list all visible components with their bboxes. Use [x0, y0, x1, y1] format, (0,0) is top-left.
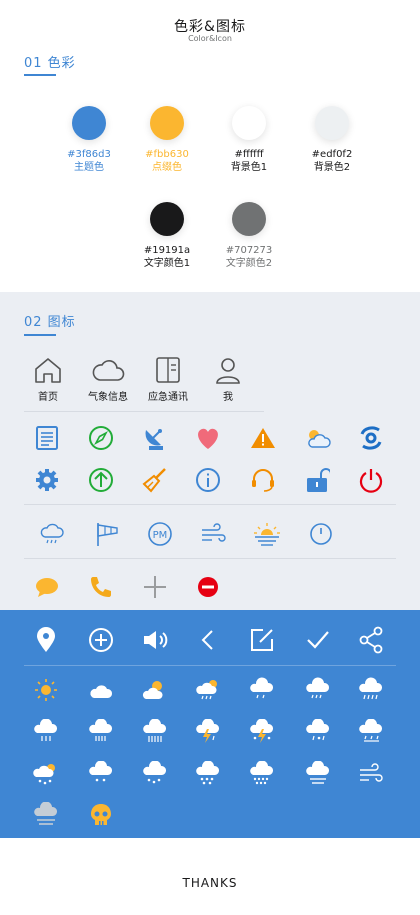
- swatch-hex: #ffffff: [234, 149, 264, 160]
- thunder-hail-icon: [246, 716, 278, 748]
- nav-label: 气象信息: [88, 392, 128, 403]
- user-icon: [216, 358, 240, 384]
- white-icons-section: [0, 610, 420, 838]
- snow-shower-icon: [30, 758, 62, 790]
- thanks-footer: THANKS: [182, 876, 238, 890]
- add-circle-icon[interactable]: [85, 624, 117, 656]
- checkmark-icon[interactable]: [302, 624, 334, 656]
- document-icon: [156, 357, 180, 383]
- icons-section-title: 02 图标: [24, 315, 76, 330]
- heart-icon[interactable]: [192, 422, 224, 454]
- windsock-icon[interactable]: [91, 518, 123, 550]
- warning-icon[interactable]: [247, 422, 279, 454]
- color-section: 色彩&图标 Color&Icon 01 色彩 #3f86d3 主题色 #fbb6…: [0, 0, 420, 290]
- swatch-dot: [72, 106, 106, 140]
- nav-home[interactable]: 首页: [18, 356, 78, 403]
- share-icon[interactable]: [355, 624, 387, 656]
- settings-icon[interactable]: [31, 464, 63, 496]
- partly-cloudy-day-icon: [139, 674, 171, 706]
- sunny-icon: [30, 674, 62, 706]
- nav-emergency[interactable]: 应急通讯: [138, 356, 198, 403]
- typhoon-icon[interactable]: [355, 422, 387, 454]
- svg-text:PM: PM: [153, 530, 168, 541]
- satellite-dish-icon[interactable]: [139, 422, 171, 454]
- moderate-rain-icon: [302, 674, 334, 706]
- swatch-hex: #edf0f2: [311, 149, 353, 160]
- nav-me[interactable]: 我: [198, 356, 258, 403]
- back-arrow-icon[interactable]: [192, 624, 224, 656]
- add-icon[interactable]: [139, 571, 171, 603]
- thunderstorm-icon: [192, 716, 224, 748]
- headset-icon[interactable]: [247, 464, 279, 496]
- compass-icon[interactable]: [85, 422, 117, 454]
- edit-icon[interactable]: [246, 624, 278, 656]
- fog-icon: [302, 758, 334, 790]
- phone-icon[interactable]: [85, 571, 117, 603]
- wind-icon[interactable]: [197, 518, 229, 550]
- haze-icon: [30, 799, 62, 831]
- swatch-name: 背景色2: [313, 162, 351, 173]
- notes-icon[interactable]: [31, 422, 63, 454]
- moderate-snow-icon: [139, 758, 171, 790]
- nav-label: 我: [223, 392, 233, 403]
- rain-cloud-outline-icon[interactable]: [36, 518, 68, 550]
- page-subtitle: Color&Icon: [188, 34, 232, 43]
- heavy-rainstorm-icon: [139, 716, 171, 748]
- home-icon: [35, 358, 61, 383]
- chat-bubble-icon[interactable]: [31, 571, 63, 603]
- broom-icon[interactable]: [139, 464, 171, 496]
- pm-icon[interactable]: PM: [144, 518, 176, 550]
- info-icon[interactable]: [192, 464, 224, 496]
- nav-weather[interactable]: 气象信息: [78, 356, 138, 403]
- light-rain-icon: [246, 674, 278, 706]
- blizzard-icon: [246, 758, 278, 790]
- section-underline: [24, 74, 56, 76]
- remove-icon[interactable]: [192, 571, 224, 603]
- swatch-dot: [315, 106, 349, 140]
- divider: [24, 504, 396, 505]
- swatch-hex: #707273: [225, 245, 273, 256]
- heavy-snow-icon: [192, 758, 224, 790]
- swatch-bg2: #edf0f2 背景色2: [284, 106, 380, 174]
- light-snow-icon: [85, 758, 117, 790]
- location-pin-icon[interactable]: [30, 624, 62, 656]
- cloud-icon: [92, 360, 125, 381]
- rainstorm-icon: [85, 716, 117, 748]
- cloudy-icon: [85, 674, 117, 706]
- upload-icon[interactable]: [85, 464, 117, 496]
- colors-section-title: 01 色彩: [24, 56, 76, 71]
- nav-label: 应急通讯: [148, 392, 188, 403]
- icons-section: 02 图标 首页 气象信息 应急通讯 我 PM: [0, 292, 420, 610]
- unlock-icon[interactable]: [301, 464, 333, 496]
- nav-label: 首页: [38, 392, 58, 403]
- divider: [24, 665, 396, 666]
- freezing-rain-icon: [355, 716, 387, 748]
- swatch-dot: [232, 106, 266, 140]
- sleet-icon: [302, 716, 334, 748]
- page-title: 色彩&图标: [174, 19, 246, 35]
- divider: [24, 411, 264, 412]
- skull-icon: [85, 799, 117, 831]
- power-icon[interactable]: [355, 464, 387, 496]
- swatch-name: 文字颜色2: [225, 258, 273, 269]
- windy-icon: [355, 758, 387, 790]
- swatch-dot: [150, 106, 184, 140]
- heavy-rain-icon: [355, 674, 387, 706]
- swatch-name: 背景色1: [230, 162, 268, 173]
- clock-icon[interactable]: [305, 518, 337, 550]
- section-underline: [24, 334, 56, 336]
- sun-shower-icon: [192, 674, 224, 706]
- divider: [24, 558, 396, 559]
- rain-icon: [30, 716, 62, 748]
- swatch-dot: [150, 202, 184, 236]
- partly-cloudy-icon[interactable]: [301, 422, 333, 454]
- speaker-icon[interactable]: [139, 624, 171, 656]
- swatch-dot: [232, 202, 266, 236]
- sunset-icon[interactable]: [251, 518, 283, 550]
- swatch-text2: #707273 文字颜色2: [201, 202, 297, 270]
- swatch-bg1: #ffffff 背景色1: [201, 106, 297, 174]
